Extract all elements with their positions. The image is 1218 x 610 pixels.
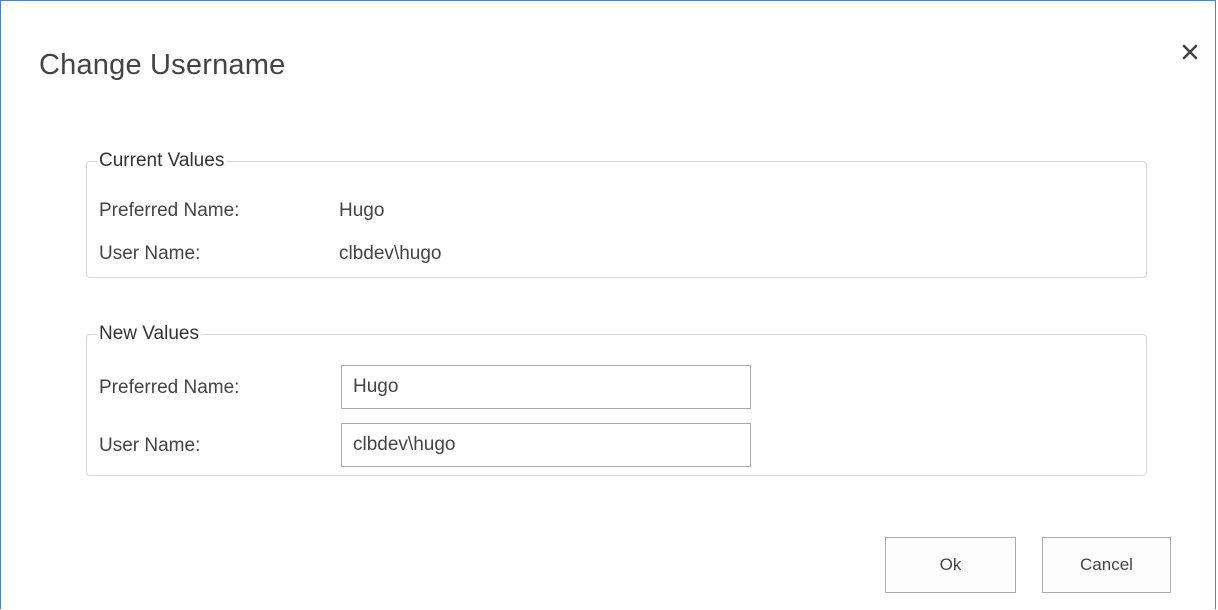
preferred-name-input[interactable] [341, 365, 751, 409]
change-username-dialog: Change Username Current Values Preferred… [0, 0, 1216, 609]
close-button[interactable] [1177, 39, 1203, 65]
current-user-name-value: clbdev\hugo [339, 243, 442, 264]
cancel-button[interactable]: Cancel [1042, 537, 1171, 593]
dialog-title: Change Username [39, 49, 286, 81]
close-icon [1182, 44, 1198, 60]
user-name-input[interactable] [341, 423, 751, 467]
current-values-legend: Current Values [99, 150, 225, 171]
ok-button[interactable]: Ok [885, 537, 1016, 593]
current-user-name-label: User Name: [99, 243, 201, 264]
new-values-legend: New Values [99, 323, 199, 344]
new-preferred-name-label: Preferred Name: [99, 377, 240, 398]
current-values-group: Current Values [86, 151, 1147, 278]
current-preferred-name-label: Preferred Name: [99, 200, 240, 221]
new-user-name-label: User Name: [99, 435, 201, 456]
current-preferred-name-value: Hugo [339, 200, 385, 221]
